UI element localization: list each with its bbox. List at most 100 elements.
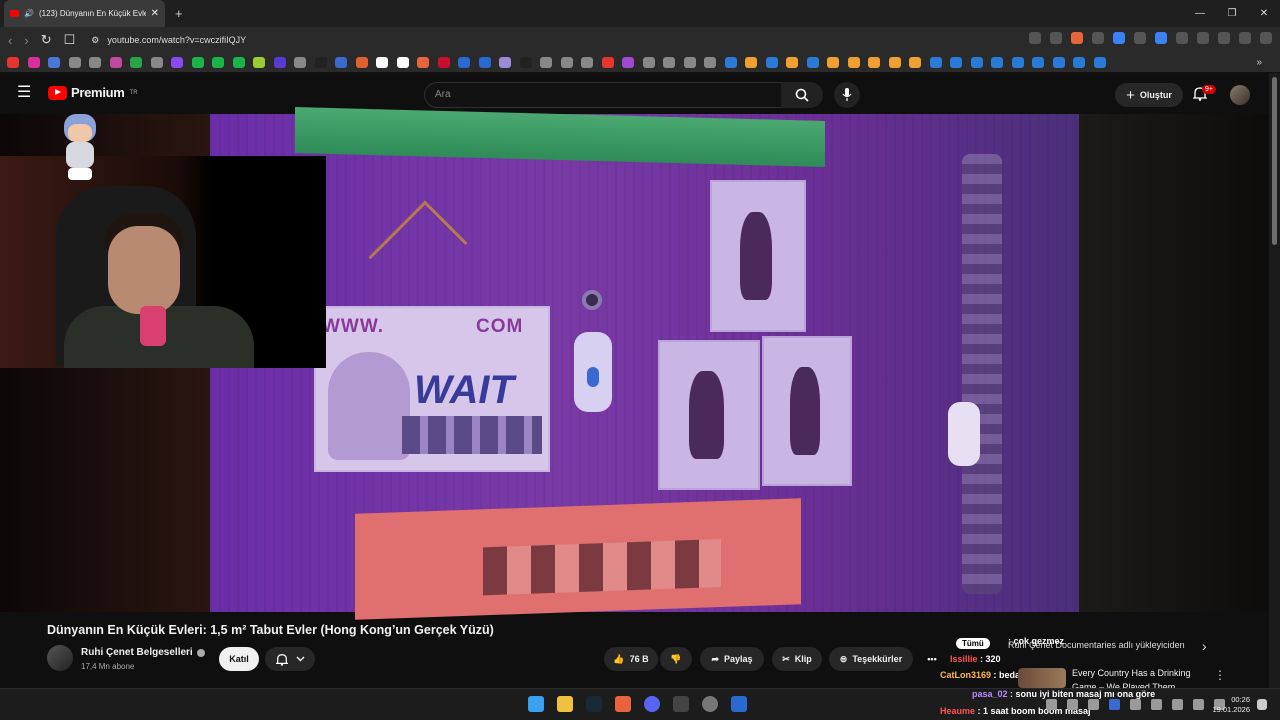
minimize-button[interactable]: —	[1184, 0, 1216, 27]
voice-search-button[interactable]	[834, 82, 860, 108]
app-icon[interactable]	[731, 696, 747, 712]
bookmark-icon[interactable]	[622, 57, 634, 68]
bookmark-icon[interactable]	[253, 57, 265, 68]
share-button[interactable]: ➦ Paylaş	[700, 647, 764, 671]
subscription-notification-button[interactable]	[265, 647, 315, 671]
create-button[interactable]: + Oluştur	[1115, 83, 1183, 107]
bookmark-icon[interactable]	[581, 57, 593, 68]
bookmark-icon[interactable]	[1093, 57, 1106, 68]
search-input[interactable]: Ara	[424, 82, 782, 108]
bookmark-icon[interactable]	[150, 57, 163, 68]
site-info-icon[interactable]: ⚙	[91, 35, 99, 46]
url-field[interactable]: ⚙ youtube.com/watch?v=cwczifiIQJY	[91, 35, 246, 46]
next-video-title[interactable]: Every Country Has a Drinking	[1072, 667, 1202, 679]
bookmark-icon[interactable]	[458, 57, 470, 68]
bookmark-icon[interactable]	[560, 57, 573, 68]
bookmark-icon[interactable]	[48, 57, 60, 68]
bookmark-icon[interactable]	[68, 57, 81, 68]
bookmark-icon[interactable]	[232, 57, 245, 68]
bookmark-icon[interactable]	[868, 57, 880, 68]
network-icon[interactable]	[1193, 699, 1204, 710]
bookmark-icon[interactable]	[191, 57, 204, 68]
bookmark-icon[interactable]	[171, 57, 183, 68]
more-bookmarks-icon[interactable]: »	[1256, 57, 1262, 68]
bookmark-icon[interactable]	[929, 57, 942, 68]
bookmark-icon[interactable]	[335, 57, 347, 68]
thanks-button[interactable]: ⊜ Teşekkürler	[829, 647, 913, 671]
bookmark-icon[interactable]	[1073, 57, 1085, 68]
chevron-right-icon[interactable]: ›	[1202, 638, 1207, 654]
file-explorer-icon[interactable]	[557, 696, 573, 712]
more-vert-icon[interactable]: ⋮	[1214, 668, 1226, 682]
dislike-button[interactable]: 👎	[660, 647, 692, 671]
bookmark-icon[interactable]	[89, 57, 101, 68]
volume-icon[interactable]	[1130, 699, 1141, 710]
cast-icon[interactable]	[1029, 32, 1041, 44]
media-icon[interactable]	[1239, 32, 1251, 44]
bookmark-icon[interactable]	[888, 57, 901, 68]
video-player[interactable]: WWW. COM WAIT	[0, 107, 1269, 620]
scrollbar-thumb[interactable]	[1272, 77, 1277, 245]
bookmark-icon[interactable]	[601, 57, 614, 68]
bookmark-icon[interactable]	[1032, 57, 1044, 68]
bookmark-icon[interactable]	[7, 57, 19, 68]
youtube-logo[interactable]: Premium TR	[48, 85, 138, 100]
speaker-icon[interactable]: 🔊	[24, 9, 34, 18]
brave-shield-icon[interactable]	[1071, 32, 1083, 44]
bookmark-icon[interactable]	[519, 57, 532, 68]
bookmark-icon[interactable]	[437, 57, 450, 68]
bookmark-icon[interactable]	[724, 57, 737, 68]
tray-chevron-icon[interactable]	[1046, 699, 1057, 710]
bookmark-icon[interactable]	[642, 57, 655, 68]
bookmark-icon[interactable]	[704, 57, 716, 68]
extension-icon[interactable]	[1092, 32, 1104, 44]
system-clock[interactable]: 00:26 19.01.2026	[1212, 695, 1250, 715]
close-tab-icon[interactable]: ✕	[151, 8, 159, 19]
restore-button[interactable]: ❐	[1216, 0, 1248, 27]
bookmark-icon[interactable]	[991, 57, 1003, 68]
extension-icon[interactable]	[1134, 32, 1146, 44]
bookmark-icon[interactable]	[417, 57, 429, 68]
extension-icon[interactable]	[1176, 32, 1188, 44]
new-tab-button[interactable]: +	[175, 6, 183, 21]
bookmark-icon[interactable]	[27, 57, 40, 68]
tray-app-icon[interactable]	[1067, 699, 1078, 710]
discord-icon[interactable]	[644, 696, 660, 712]
forward-icon[interactable]: ›	[24, 33, 28, 48]
next-video-thumbnail[interactable]	[1018, 668, 1066, 688]
bookmark-icon[interactable]	[1052, 57, 1065, 68]
microphone-tray-icon[interactable]	[1151, 699, 1162, 710]
search-button[interactable]	[781, 82, 823, 108]
bookmark-icon[interactable]	[273, 57, 286, 68]
bookmark-icon[interactable]	[970, 57, 983, 68]
bookmark-icon[interactable]	[683, 57, 696, 68]
back-icon[interactable]: ‹	[8, 33, 12, 48]
browser-tab[interactable]: 🔊 (123) Dünyanın En Küçük Evle ✕	[4, 0, 165, 27]
channel-avatar[interactable]	[47, 645, 73, 671]
bookmark-icon[interactable]	[806, 57, 819, 68]
bookmark-icon[interactable]	[396, 57, 409, 68]
bookmark-icon[interactable]	[212, 57, 224, 68]
avatar[interactable]	[1230, 85, 1250, 105]
brave-browser-icon[interactable]	[615, 696, 631, 712]
clip-button[interactable]: ✂ Klip	[772, 647, 822, 671]
bookmark-icon[interactable]	[355, 57, 368, 68]
bookmark-icon[interactable]: ☐	[64, 32, 76, 48]
puzzle-icon[interactable]	[1197, 32, 1209, 44]
extension-icon[interactable]	[1113, 32, 1125, 44]
share-icon[interactable]	[1050, 32, 1062, 44]
app-icon[interactable]	[673, 696, 689, 712]
notification-center-icon[interactable]	[1257, 699, 1267, 710]
bookmark-icon[interactable]	[1011, 57, 1024, 68]
bookmark-icon[interactable]	[109, 57, 122, 68]
bookmark-icon[interactable]	[909, 57, 921, 68]
bookmark-icon[interactable]	[130, 57, 142, 68]
bookmark-icon[interactable]	[827, 57, 839, 68]
bookmark-icon[interactable]	[786, 57, 798, 68]
bookmark-icon[interactable]	[314, 57, 327, 68]
channel-name-row[interactable]: Ruhi Çenet Belgeselleri	[81, 647, 205, 658]
bookmark-icon[interactable]	[847, 57, 860, 68]
menu-icon[interactable]	[1260, 32, 1272, 44]
reload-icon[interactable]: ↻	[41, 32, 52, 48]
bookmark-icon[interactable]	[499, 57, 511, 68]
